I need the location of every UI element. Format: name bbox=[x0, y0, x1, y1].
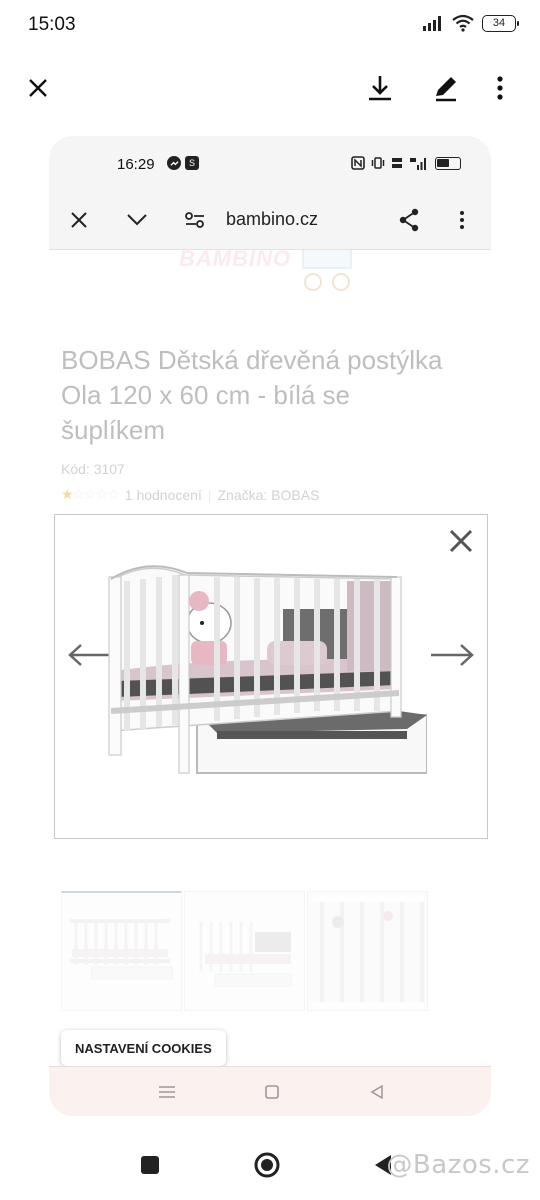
site-settings-button[interactable] bbox=[175, 200, 215, 240]
product-title: BOBAS Dětská dřevěná postýlka Ola 120 x … bbox=[61, 345, 443, 445]
skype-icon: S bbox=[185, 156, 199, 170]
messenger-icon bbox=[167, 156, 181, 170]
chevron-down-icon bbox=[127, 214, 147, 226]
brand-label[interactable]: Značka: BOBAS bbox=[217, 487, 319, 503]
browser-collapse-button[interactable] bbox=[117, 200, 157, 240]
close-icon bbox=[449, 529, 473, 553]
inner-back-button[interactable] bbox=[362, 1077, 392, 1107]
back-triangle-icon bbox=[370, 1085, 383, 1099]
browser-close-button[interactable] bbox=[59, 200, 99, 240]
lightbox-next-button[interactable] bbox=[427, 637, 477, 673]
thumbnail-strip bbox=[61, 891, 428, 1011]
share-icon bbox=[399, 208, 419, 232]
recents-square-icon bbox=[141, 1156, 159, 1174]
cookie-settings-button[interactable]: NASTAVENÍ COOKIES bbox=[61, 1030, 226, 1066]
more-vert-icon bbox=[460, 211, 464, 229]
tune-icon bbox=[185, 212, 204, 228]
outer-status-icons: 34 bbox=[422, 14, 519, 32]
battery-level: 34 bbox=[492, 17, 506, 29]
signal-5g-icon bbox=[410, 158, 426, 170]
home-button[interactable] bbox=[252, 1150, 282, 1180]
arrow-right-icon bbox=[431, 644, 474, 666]
menu-icon bbox=[159, 1086, 175, 1098]
browser-more-button[interactable] bbox=[442, 200, 482, 240]
thumbnail[interactable] bbox=[184, 891, 305, 1011]
product-code: Kód: 3107 bbox=[61, 461, 125, 477]
rating-stars[interactable]: ★☆☆☆☆ bbox=[61, 486, 120, 503]
image-lightbox bbox=[54, 514, 488, 839]
inner-status-icons bbox=[351, 156, 461, 170]
outer-status-bar: 15:03 34 bbox=[0, 0, 540, 52]
close-icon bbox=[29, 79, 47, 97]
volte-icon bbox=[392, 158, 402, 168]
share-button[interactable] bbox=[389, 200, 429, 240]
square-icon bbox=[265, 1085, 279, 1099]
more-vert-icon bbox=[497, 76, 503, 100]
stroller-logo-icon bbox=[302, 250, 352, 291]
inner-home-button[interactable] bbox=[257, 1077, 287, 1107]
inner-status-time: 16:29 bbox=[117, 156, 155, 173]
more-button[interactable] bbox=[478, 66, 522, 110]
inner-status-bar: 16:29 S bbox=[49, 136, 491, 192]
thumbnail[interactable] bbox=[61, 891, 182, 1011]
signal-icon bbox=[423, 16, 441, 31]
notification-icons: S bbox=[167, 156, 199, 170]
inner-menu-button[interactable] bbox=[152, 1077, 182, 1107]
download-button[interactable] bbox=[358, 66, 402, 110]
outer-status-time: 15:03 bbox=[28, 14, 76, 35]
url-text[interactable]: bambino.cz bbox=[226, 209, 318, 230]
bazos-watermark: @Bazos.cz bbox=[386, 1150, 530, 1180]
close-icon bbox=[71, 212, 87, 228]
product-rating: ★☆☆☆☆ 1 hodnocení | Značka: BOBAS bbox=[61, 486, 319, 503]
edit-icon bbox=[436, 77, 456, 102]
close-button[interactable] bbox=[16, 66, 60, 110]
home-circle-icon bbox=[254, 1152, 280, 1178]
site-logo[interactable]: BAMBINO bbox=[179, 250, 291, 272]
inner-nav-bar bbox=[49, 1066, 491, 1116]
browser-toolbar: bambino.cz bbox=[49, 192, 491, 250]
vibrate-icon bbox=[371, 157, 385, 169]
lightbox-close-button[interactable] bbox=[443, 523, 479, 559]
battery-icon: 34 bbox=[482, 14, 519, 32]
recents-button[interactable] bbox=[135, 1150, 165, 1180]
inner-battery-icon bbox=[435, 156, 461, 170]
nfc-icon bbox=[351, 156, 365, 170]
rating-separator: | bbox=[207, 486, 212, 503]
viewer-toolbar bbox=[0, 58, 540, 118]
download-icon bbox=[369, 76, 391, 101]
thumbnail[interactable] bbox=[307, 891, 428, 1011]
crib-product-image bbox=[108, 565, 427, 774]
rating-count[interactable]: 1 hodnocení bbox=[125, 487, 202, 503]
edit-button[interactable] bbox=[424, 66, 468, 110]
wifi-icon bbox=[452, 14, 474, 32]
